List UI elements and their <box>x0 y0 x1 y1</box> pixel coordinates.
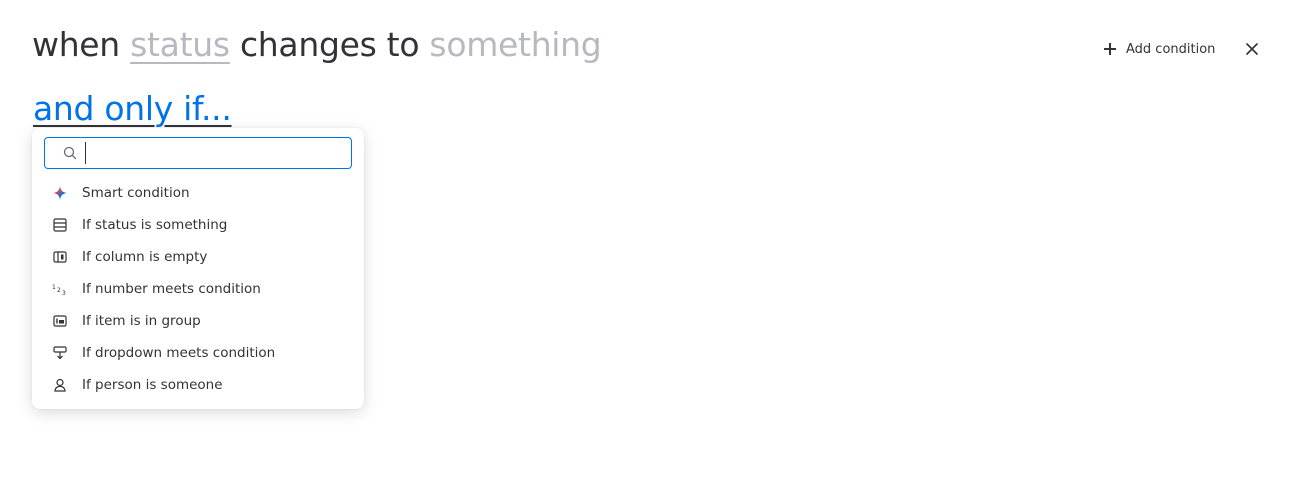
option-label: If item is in group <box>82 313 201 329</box>
option-if-item-in-group[interactable]: If item is in group <box>44 305 352 337</box>
option-if-person[interactable]: If person is someone <box>44 369 352 401</box>
person-icon <box>52 377 68 393</box>
option-label: If dropdown meets condition <box>82 345 276 361</box>
status-column-icon <box>52 217 68 233</box>
close-button[interactable] <box>1241 38 1263 60</box>
automation-condition-builder: when status changes to something and onl… <box>0 0 1295 478</box>
plus-icon <box>1104 43 1116 55</box>
svg-text:3: 3 <box>62 290 66 296</box>
search-icon <box>63 146 77 160</box>
option-if-dropdown[interactable]: If dropdown meets condition <box>44 337 352 369</box>
option-label: If status is something <box>82 217 228 233</box>
option-label: If column is empty <box>82 249 208 265</box>
numbers-icon: 1 2 3 <box>52 281 68 297</box>
option-if-status[interactable]: If status is something <box>44 209 352 241</box>
option-label: If number meets condition <box>82 281 261 297</box>
trigger-column-token[interactable]: status <box>130 25 230 64</box>
search-input[interactable] <box>85 142 351 164</box>
condition-option-list: Smart condition If status is something I… <box>44 177 352 401</box>
condition-dropdown: Smart condition If status is something I… <box>32 128 364 409</box>
add-condition-label: Add condition <box>1126 41 1216 57</box>
svg-text:2: 2 <box>57 287 61 294</box>
and-only-if-link[interactable]: and only if... <box>33 86 232 132</box>
svg-text:1: 1 <box>52 284 56 291</box>
dropdown-column-icon <box>52 345 68 361</box>
sparkle-icon <box>52 185 68 201</box>
option-label: If person is someone <box>82 377 223 393</box>
add-condition-button[interactable]: Add condition <box>1104 36 1215 62</box>
sentence-when: when <box>32 25 120 64</box>
trigger-sentence: when status changes to something <box>32 22 602 68</box>
trigger-value-token[interactable]: something <box>429 25 601 64</box>
sentence-changes-to: changes to <box>239 25 420 64</box>
column-icon <box>52 249 68 265</box>
option-label: Smart condition <box>82 185 190 201</box>
option-if-number[interactable]: 1 2 3 If number meets condition <box>44 273 352 305</box>
option-smart-condition[interactable]: Smart condition <box>44 177 352 209</box>
group-icon <box>52 313 68 329</box>
close-icon <box>1246 43 1258 55</box>
option-if-column-empty[interactable]: If column is empty <box>44 241 352 273</box>
search-box[interactable] <box>44 137 352 169</box>
